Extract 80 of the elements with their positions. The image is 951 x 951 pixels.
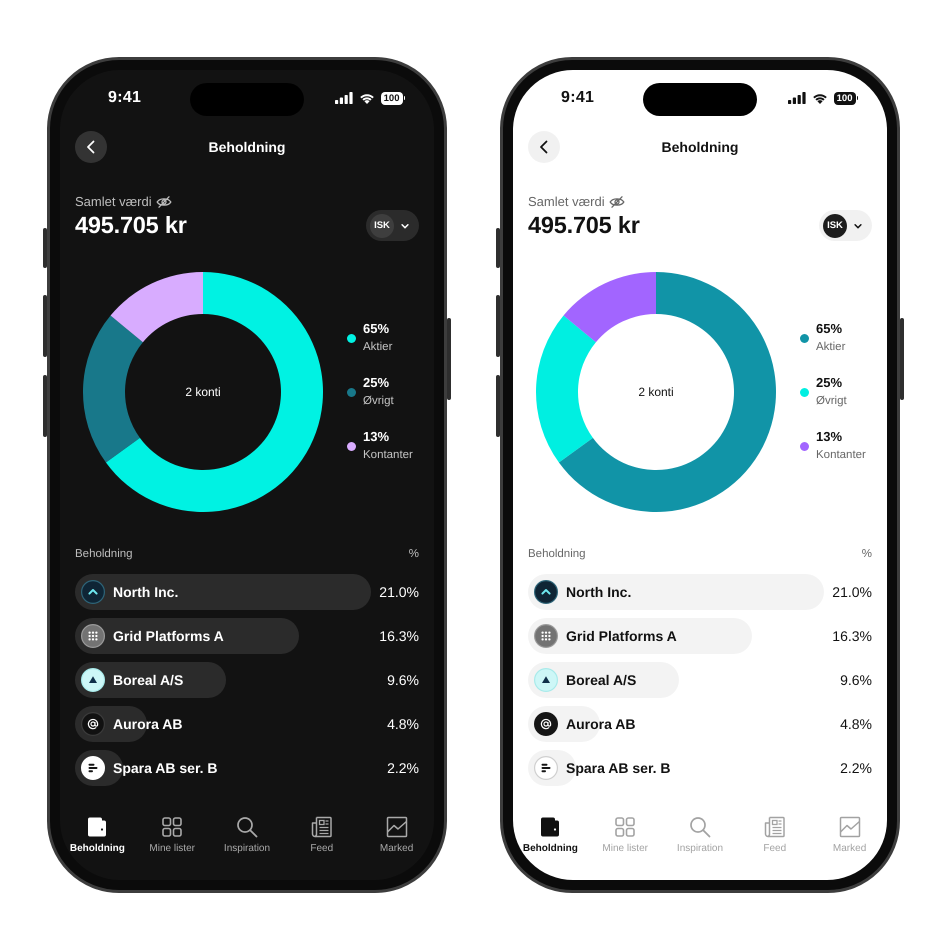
holding-row[interactable]: Boreal A/S 9.6% [75,662,419,698]
triangle-logo-icon [81,668,105,692]
account-selector[interactable]: ISK [819,210,872,241]
total-label: Samlet værdi [75,194,152,210]
side-button[interactable] [496,295,500,357]
chevron-logo-icon [81,580,105,604]
screen-title: Beholdning [208,139,286,155]
dot-grid-logo-icon [81,624,105,648]
holding-row[interactable]: Spara AB ser. B 2.2% [528,750,872,786]
holding-row[interactable]: Boreal A/S 9.6% [528,662,872,698]
dot-grid-logo-icon [534,624,558,648]
search-icon [234,815,259,839]
total-value: 495.705 kr [75,211,187,240]
legend-value: 25% [363,374,390,392]
legend-label: Aktier [816,340,846,355]
holding-row[interactable]: North Inc. 21.0% [528,574,872,610]
grid-icon [160,815,184,839]
wifi-icon [358,92,375,104]
side-button[interactable] [496,375,500,437]
bars-logo-icon [534,756,558,780]
back-button[interactable] [75,131,107,163]
status-time: 9:41 [561,89,594,107]
line-chart-icon [838,815,862,839]
chevron-logo-icon [534,580,558,604]
tab-button[interactable]: Beholdning [60,815,135,855]
legend-label: Øvrigt [816,394,847,409]
column-heading: Beholdning [528,547,586,562]
status-time: 9:41 [108,89,142,107]
battery-indicator: 100 [834,92,858,104]
at-sign-logo-icon [534,712,558,736]
side-button[interactable] [43,375,47,437]
side-button[interactable] [43,228,47,268]
holding-row[interactable]: North Inc. 21.0% [75,574,419,610]
side-button[interactable] [496,228,500,268]
wifi-icon [812,92,828,104]
legend-label: Kontanter [816,448,866,463]
holding-row[interactable]: Spara AB ser. B 2.2% [75,750,419,786]
column-heading: % [408,547,419,562]
side-button[interactable] [447,318,451,400]
back-button[interactable] [528,131,560,163]
holding-row[interactable]: Aurora AB 4.8% [528,706,872,742]
legend-value: 65% [363,320,390,338]
line-chart-icon [384,815,409,839]
legend-value: 13% [363,428,390,446]
grid-icon [613,815,638,839]
triangle-logo-icon [534,668,558,692]
donut-center-label: 2 konti [638,385,674,399]
legend-label: Øvrigt [363,394,394,409]
holding-row[interactable]: Grid Platforms A 16.3% [75,618,419,654]
newspaper-icon [762,815,787,839]
holding-row[interactable]: Aurora AB 4.8% [75,706,419,742]
column-heading: Beholdning [75,547,133,562]
at-sign-logo-icon [81,712,105,736]
total-value: 495.705 kr [528,211,640,240]
legend-label: Aktier [363,340,392,355]
tab-button[interactable]: Feed [284,815,360,855]
tab-button[interactable]: Marked [359,815,434,855]
tab-button[interactable]: Mine lister [134,815,210,855]
holding-row[interactable]: Grid Platforms A 16.3% [528,618,872,654]
side-button[interactable] [43,295,47,357]
legend-value: 13% [816,428,844,446]
eye-slash-icon[interactable] [608,196,625,208]
newspaper-icon [310,815,334,839]
legend-label: Kontanter [363,448,413,463]
total-label: Samlet værdi [528,194,605,210]
battery-indicator: 100 [380,92,405,104]
search-icon [688,815,712,839]
tab-button[interactable]: Inspiration [210,815,284,855]
bars-logo-icon [81,756,105,780]
signal-icon [334,92,353,104]
column-heading: % [862,547,872,562]
side-button[interactable] [900,318,904,400]
signal-icon [788,92,806,104]
account-selector[interactable]: ISK [366,210,419,241]
tab-button[interactable]: Beholdning [513,815,588,855]
legend-value: 65% [816,320,844,338]
eye-slash-icon[interactable] [156,196,172,208]
legend-value: 25% [816,374,844,392]
screen-title: Beholdning [660,139,740,155]
donut-center-label: 2 konti [185,385,221,399]
